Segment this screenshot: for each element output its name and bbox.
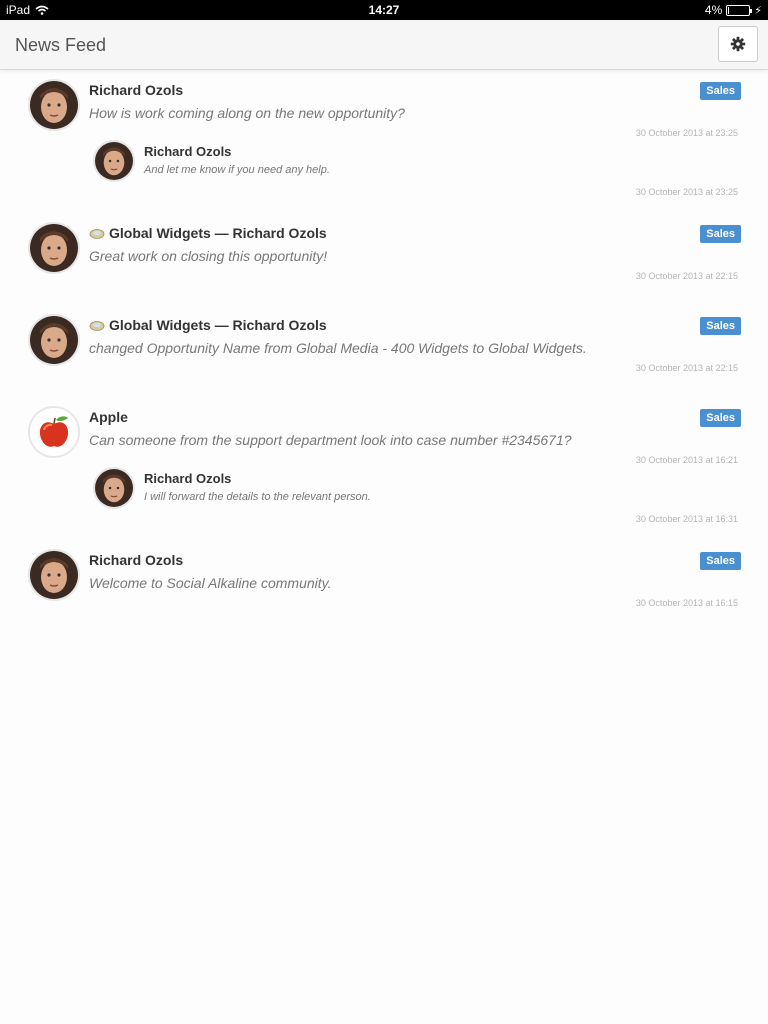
post-message: How is work coming along on the new oppo… — [89, 105, 405, 121]
person-photo-icon — [30, 224, 78, 272]
gear-icon — [730, 36, 746, 52]
person-photo-icon — [30, 81, 78, 129]
sales-badge: Sales — [700, 552, 741, 570]
author-name[interactable]: Apple — [89, 409, 128, 425]
post-message: Welcome to Social Alkaline community. — [89, 575, 332, 591]
page-title: News Feed — [15, 35, 107, 55]
person-photo-icon — [30, 551, 78, 599]
post-timestamp: 30 October 2013 at 22:15 — [635, 363, 738, 373]
person-photo-icon — [95, 469, 133, 507]
post-timestamp: 30 October 2013 at 23:25 — [635, 128, 738, 138]
author-name[interactable]: Richard Ozols — [144, 471, 231, 486]
post-message: changed Opportunity Name from Global Med… — [89, 340, 587, 356]
clock: 14:27 — [368, 3, 400, 17]
author-name[interactable]: Global Widgets — Richard Ozols — [109, 317, 327, 333]
author-name[interactable]: Global Widgets — Richard Ozols — [109, 225, 327, 241]
person-photo-icon — [95, 142, 133, 180]
avatar[interactable] — [28, 79, 80, 131]
author-name[interactable]: Richard Ozols — [144, 144, 231, 159]
post-message: Can someone from the support department … — [89, 432, 572, 448]
battery-percent: 4% — [704, 3, 723, 17]
sales-badge: Sales — [700, 225, 741, 243]
reply-timestamp: 30 October 2013 at 23:25 — [635, 187, 738, 197]
reply-timestamp: 30 October 2013 at 16:31 — [635, 514, 738, 524]
post-timestamp: 30 October 2013 at 22:15 — [635, 271, 738, 281]
opportunity-icon — [89, 229, 105, 239]
post-message: Great work on closing this opportunity! — [89, 248, 328, 264]
sales-badge: Sales — [700, 317, 741, 335]
apple-logo-icon — [30, 408, 78, 456]
avatar[interactable] — [28, 222, 80, 274]
battery-icon — [726, 4, 753, 16]
post-author[interactable]: Global Widgets — Richard Ozols — [89, 225, 327, 241]
status-bar: iPad 14:27 4% ⚡ — [0, 0, 768, 20]
reply-message: I will forward the details to the releva… — [144, 491, 371, 503]
author-name[interactable]: Richard Ozols — [89, 82, 183, 98]
post-author[interactable]: Richard Ozols — [89, 552, 183, 568]
post-author[interactable]: Apple — [89, 409, 128, 425]
reply-message: And let me know if you need any help. — [144, 164, 330, 176]
opportunity-icon — [89, 321, 105, 331]
post-author[interactable]: Global Widgets — Richard Ozols — [89, 317, 327, 333]
navbar: News Feed — [0, 20, 768, 70]
sales-badge: Sales — [700, 409, 741, 427]
post-author[interactable]: Richard Ozols — [89, 82, 183, 98]
author-name[interactable]: Richard Ozols — [89, 552, 183, 568]
reply-author[interactable]: Richard Ozols — [144, 144, 231, 159]
charging-icon: ⚡ — [754, 4, 762, 17]
avatar[interactable] — [28, 406, 80, 458]
avatar[interactable] — [28, 549, 80, 601]
reply-avatar[interactable] — [93, 467, 135, 509]
reply-avatar[interactable] — [93, 140, 135, 182]
post-timestamp: 30 October 2013 at 16:21 — [635, 455, 738, 465]
settings-button[interactable] — [718, 26, 758, 62]
person-photo-icon — [30, 316, 78, 364]
avatar[interactable] — [28, 314, 80, 366]
reply-author[interactable]: Richard Ozols — [144, 471, 231, 486]
sales-badge: Sales — [700, 82, 741, 100]
post-timestamp: 30 October 2013 at 16:15 — [635, 598, 738, 608]
